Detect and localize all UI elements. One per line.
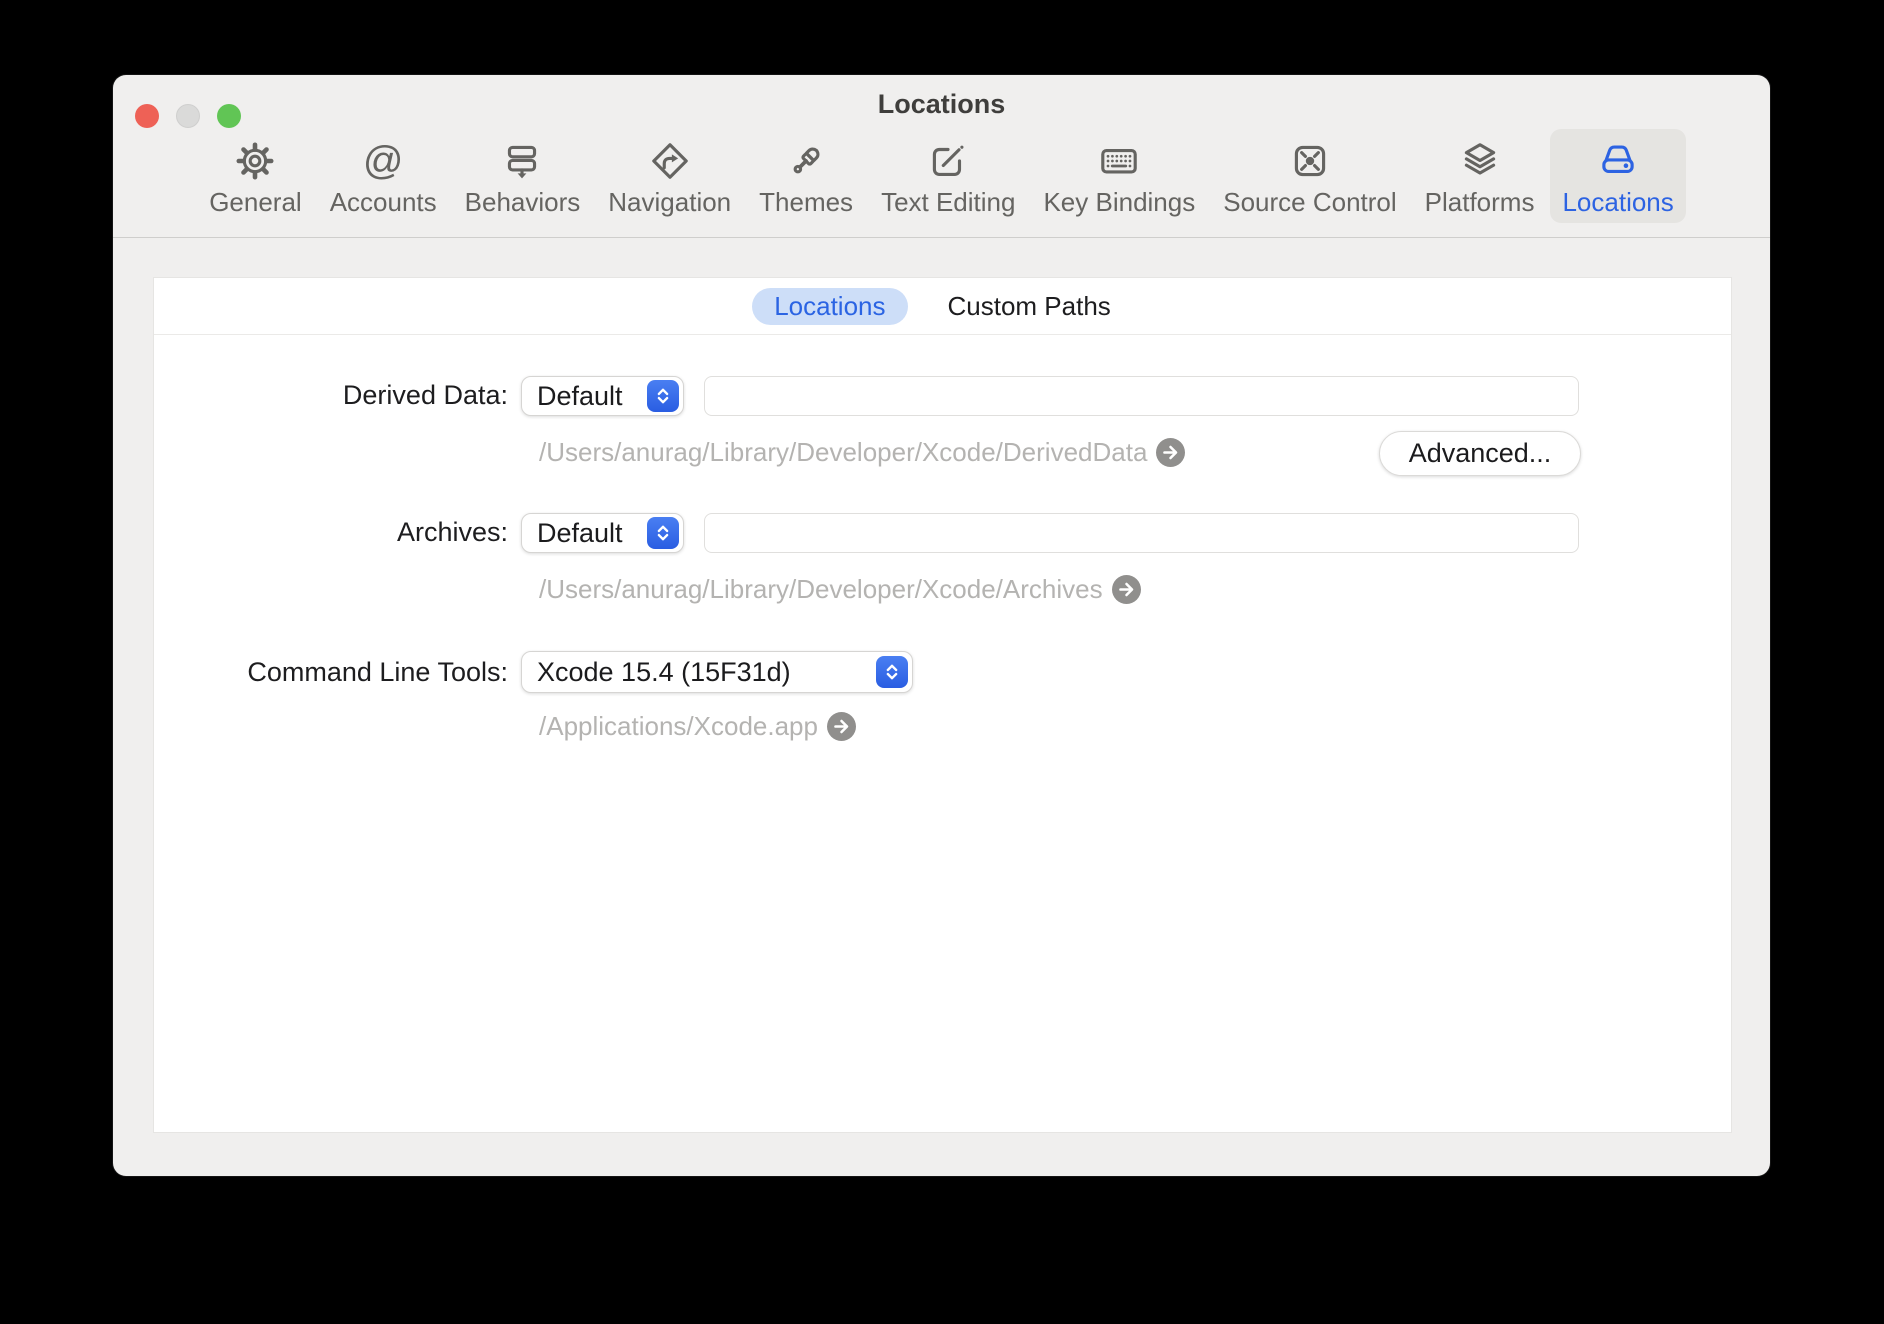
tab-label: Themes: [759, 188, 853, 216]
go-to-path-arrow-icon[interactable]: [827, 712, 856, 741]
go-to-path-arrow-icon[interactable]: [1112, 575, 1141, 604]
archives-label: Archives:: [154, 517, 508, 547]
tab-accounts[interactable]: @ Accounts: [318, 129, 449, 223]
tab-text-editing[interactable]: Text Editing: [869, 129, 1027, 223]
keyboard-icon: [1096, 138, 1142, 184]
tab-behaviors[interactable]: Behaviors: [453, 129, 593, 223]
advanced-button[interactable]: Advanced...: [1379, 431, 1581, 476]
segment-locations[interactable]: Locations: [752, 288, 907, 325]
at-icon: @: [360, 138, 406, 184]
command-line-tools-label: Command Line Tools:: [154, 657, 508, 687]
vault-icon: [1287, 138, 1333, 184]
segmented-control: Locations Custom Paths: [154, 278, 1731, 335]
tab-label: General: [209, 188, 302, 216]
go-to-path-arrow-icon[interactable]: [1156, 438, 1185, 467]
popup-value: Default: [537, 518, 623, 549]
command-line-tools-popup[interactable]: Xcode 15.4 (15F31d): [521, 651, 913, 693]
tab-label: Locations: [1562, 188, 1673, 216]
tab-source-control[interactable]: Source Control: [1211, 129, 1408, 223]
popup-value: Xcode 15.4 (15F31d): [537, 657, 791, 688]
derived-data-label: Derived Data:: [154, 380, 508, 410]
gear-icon: [232, 138, 278, 184]
path-text: /Applications/Xcode.app: [539, 711, 818, 741]
window-title: Locations: [113, 89, 1770, 120]
desktop-background: Locations: [0, 0, 1884, 1324]
tab-locations[interactable]: Locations: [1550, 129, 1685, 223]
derived-data-popup[interactable]: Default: [521, 376, 684, 416]
chevron-up-down-icon: [647, 517, 679, 549]
turn-sign-icon: [647, 138, 693, 184]
path-text: /Users/anurag/Library/Developer/Xcode/De…: [539, 437, 1147, 467]
tab-label: Text Editing: [881, 188, 1015, 216]
tab-label: Source Control: [1223, 188, 1396, 216]
layers-icon: [1457, 138, 1503, 184]
settings-window: Locations: [113, 75, 1770, 1176]
tab-label: Key Bindings: [1043, 188, 1195, 216]
archives-field[interactable]: [704, 513, 1579, 553]
settings-toolbar: General @ Accounts Behav: [113, 129, 1770, 223]
tab-label: Platforms: [1425, 188, 1535, 216]
derived-data-path-row: /Users/anurag/Library/Developer/Xcode/De…: [539, 437, 1185, 467]
chevron-up-down-icon: [647, 380, 679, 412]
tab-general[interactable]: General: [197, 129, 314, 223]
tab-label: Navigation: [608, 188, 731, 216]
tab-platforms[interactable]: Platforms: [1413, 129, 1547, 223]
stacked-actions-icon: [499, 138, 545, 184]
path-text: /Users/anurag/Library/Developer/Xcode/Ar…: [539, 574, 1103, 604]
internal-drive-icon: [1595, 138, 1641, 184]
tab-themes[interactable]: Themes: [747, 129, 865, 223]
chevron-up-down-icon: [876, 656, 908, 688]
command-line-tools-path-row: /Applications/Xcode.app: [539, 711, 856, 741]
locations-panel: Locations Custom Paths Derived Data: Def…: [153, 277, 1732, 1133]
derived-data-field[interactable]: [704, 376, 1579, 416]
archives-popup[interactable]: Default: [521, 513, 684, 553]
tab-key-bindings[interactable]: Key Bindings: [1031, 129, 1207, 223]
archives-path-row: /Users/anurag/Library/Developer/Xcode/Ar…: [539, 574, 1141, 604]
titlebar-toolbar: Locations: [113, 75, 1770, 238]
tab-label: Behaviors: [465, 188, 581, 216]
tab-navigation[interactable]: Navigation: [596, 129, 743, 223]
square-pencil-icon: [925, 138, 971, 184]
popup-value: Default: [537, 381, 623, 412]
tab-label: Accounts: [330, 188, 437, 216]
segment-custom-paths[interactable]: Custom Paths: [926, 288, 1133, 325]
paintbrush-icon: [783, 138, 829, 184]
